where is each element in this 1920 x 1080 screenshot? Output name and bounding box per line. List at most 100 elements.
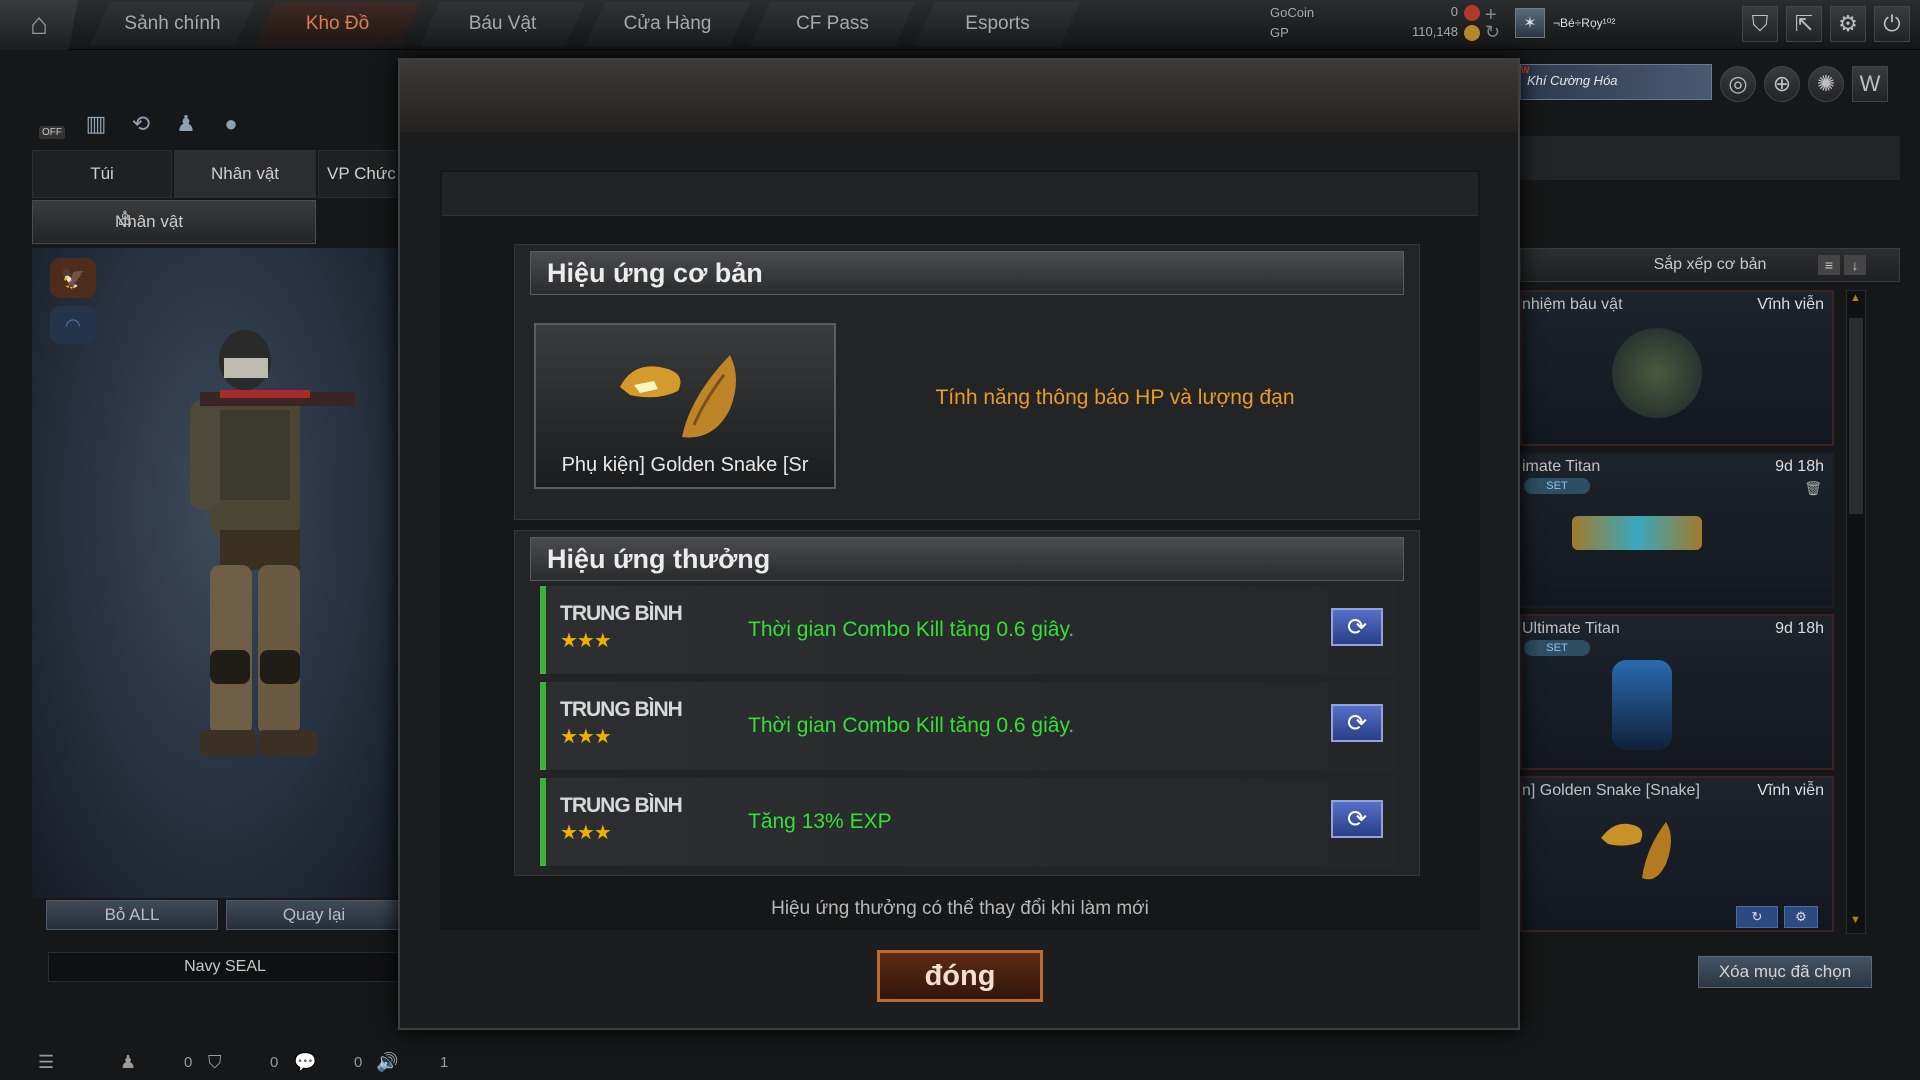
- tab-nhan-vat[interactable]: Nhân vật: [174, 150, 316, 198]
- right-tab-strip: [1520, 136, 1900, 180]
- nav-kho-do[interactable]: Kho Đồ: [255, 2, 420, 46]
- refresh-currency-icon[interactable]: ↻: [1485, 22, 1500, 43]
- bonus-row: TRUNG BÌNH ★★★ Tăng 13% EXP ⟳: [540, 778, 1395, 866]
- nav-bau-vat[interactable]: Báu Vật: [420, 2, 585, 46]
- hint-text: Hiệu ứng thưởng có thể thay đổi khi làm …: [771, 898, 1149, 919]
- armor-image: [1612, 660, 1672, 750]
- banner-label: Khí Cường Hóa: [1527, 73, 1618, 88]
- item-name: nhiệm báu vật: [1522, 296, 1623, 313]
- nav-sanh-chinh[interactable]: Sảnh chính: [90, 2, 255, 46]
- tab-tui[interactable]: Túi: [32, 150, 172, 198]
- power-icon[interactable]: ⏻: [1874, 6, 1910, 42]
- item-duration: 9d 18h: [1775, 458, 1824, 475]
- gp-icon: [1464, 24, 1480, 41]
- item-card[interactable]: nhiệm báu vật Vĩnh viễn: [1520, 290, 1834, 446]
- toggle-off-icon[interactable]: OFF: [36, 108, 68, 140]
- currency-panel: GoCoin 0 GP 110,148: [1270, 4, 1480, 44]
- golden-snake-image: [1601, 822, 1671, 880]
- profile-name: ¬Bé÷Rọy¹⁰²: [1553, 16, 1616, 30]
- item-name: Phụ kiện] Golden Snake [Sr: [561, 454, 809, 476]
- grenade-icon[interactable]: ●: [215, 108, 247, 140]
- speaker-icon[interactable]: 🔊: [376, 1052, 398, 1073]
- clan-icon: ⛉: [208, 1051, 222, 1072]
- refresh-icon[interactable]: ⟳: [1331, 608, 1383, 646]
- item-name: imate Titan: [1522, 458, 1601, 475]
- settings-icon[interactable]: ⚙: [1784, 906, 1818, 928]
- banner[interactable]: Khí Cường Hóa W: [1520, 64, 1712, 100]
- character-name: Navy SEAL: [48, 952, 402, 982]
- sort-label: Sắp xếp cơ bản: [1653, 256, 1767, 273]
- profile[interactable]: ✶ ¬Bé÷Rọy¹⁰²: [1515, 8, 1675, 38]
- refresh-gp-icon[interactable]: ↻: [1736, 906, 1778, 928]
- chat-icon: 💬: [294, 1051, 317, 1072]
- rank-icon: ✶: [1515, 8, 1545, 38]
- set-badge: SET: [1524, 640, 1590, 656]
- grade-label: TRUNG BÌNH: [560, 698, 683, 721]
- item-name: Ultimate Titan: [1522, 620, 1620, 637]
- shield-icon[interactable]: ⛉: [1742, 6, 1778, 42]
- tab-vp-chuc[interactable]: VP Chức: [318, 150, 402, 198]
- badge-icon-1[interactable]: ◎: [1720, 66, 1756, 102]
- remove-all-button[interactable]: Bỏ ALL: [46, 900, 218, 930]
- refresh-icon[interactable]: ⟳: [1331, 800, 1383, 838]
- subtab-nhan-vat[interactable]: Nhân vật: [32, 200, 316, 244]
- hawk-icon[interactable]: 🦅: [50, 258, 96, 298]
- gear-icon[interactable]: ⚙: [1830, 6, 1866, 42]
- badge-icon-3[interactable]: ✺: [1808, 66, 1844, 102]
- close-button[interactable]: đóng: [877, 950, 1043, 1002]
- item-duration: Vĩnh viễn: [1757, 782, 1824, 799]
- list-view-icon[interactable]: ≡: [1818, 255, 1840, 275]
- exit-icon[interactable]: ⇱: [1786, 6, 1822, 42]
- star-rating: ★★★: [560, 726, 612, 748]
- back-button[interactable]: Quay lại: [226, 900, 402, 930]
- stats-icon[interactable]: ▥: [80, 108, 112, 140]
- gocoin-value: 0: [1450, 4, 1458, 19]
- delete-selected-button[interactable]: Xóa mục đã chọn: [1698, 956, 1872, 988]
- bonus-effect-title: Hiệu ứng thưởng: [530, 537, 1404, 581]
- item-duration: Vĩnh viễn: [1757, 296, 1824, 313]
- bonus-desc: Thời gian Combo Kill tăng 0.6 giây.: [748, 714, 1075, 737]
- basic-effect-text: Tính năng thông báo HP và lượng đạn: [935, 386, 1295, 409]
- modal-header: [400, 60, 1518, 132]
- trash-icon[interactable]: 🗑: [1804, 480, 1822, 497]
- count-party: 0: [184, 1053, 193, 1071]
- set-badge: SET: [1524, 478, 1590, 494]
- off-label: OFF: [39, 125, 65, 139]
- gocoin-icon: [1464, 4, 1480, 21]
- item-card[interactable]: imate Titan 9d 18h SET 🗑: [1520, 452, 1834, 608]
- item-name: n] Golden Snake [Snake]: [1522, 782, 1700, 799]
- badge-icon-4[interactable]: W: [1852, 66, 1888, 102]
- sort-down-icon[interactable]: ↓: [1844, 255, 1866, 275]
- scroll-down-icon[interactable]: ▼: [1850, 914, 1861, 926]
- modal-subheader: [442, 172, 1478, 216]
- new-badge: W: [1521, 65, 1530, 75]
- soldier-model: [190, 330, 355, 756]
- grade-label: TRUNG BÌNH: [560, 602, 683, 625]
- menu-icon[interactable]: ☰: [38, 1052, 54, 1073]
- party-icon: ♟: [120, 1051, 137, 1072]
- scroll-up-icon[interactable]: ▲: [1850, 292, 1861, 304]
- add-character-icon: ♙: [116, 208, 134, 230]
- item-card[interactable]: n] Golden Snake [Snake] Vĩnh viễn ↻ ⚙: [1520, 776, 1834, 932]
- scrollbar-thumb[interactable]: [1849, 318, 1863, 514]
- bonus-row: TRUNG BÌNH ★★★ Thời gian Combo Kill tăng…: [540, 682, 1395, 770]
- mask-icon[interactable]: ◠: [50, 306, 96, 344]
- nav-cua-hang[interactable]: Cửa Hàng: [585, 2, 750, 46]
- character-icon[interactable]: ♟: [170, 108, 202, 140]
- item-box: Phụ kiện] Golden Snake [Sr: [534, 323, 836, 489]
- gp-value: 110,148: [1411, 24, 1458, 39]
- bonus-desc: Thời gian Combo Kill tăng 0.6 giây.: [748, 618, 1075, 641]
- home-icon[interactable]: ⌂: [0, 0, 78, 50]
- count-speaker: 1: [440, 1053, 449, 1071]
- bonus-desc: Tăng 13% EXP: [748, 810, 892, 833]
- sort-header[interactable]: Sắp xếp cơ bản: [1520, 248, 1900, 282]
- gp-label: GP: [1270, 24, 1289, 40]
- count-chat: 0: [354, 1053, 363, 1071]
- nav-esports[interactable]: Esports: [915, 2, 1080, 46]
- history-icon[interactable]: ⟲: [125, 108, 157, 140]
- badge-icon-2[interactable]: ⊕: [1764, 66, 1800, 102]
- refresh-icon[interactable]: ⟳: [1331, 704, 1383, 742]
- item-card[interactable]: Ultimate Titan 9d 18h SET: [1520, 614, 1834, 770]
- weapon-image: [1572, 516, 1702, 550]
- nav-cf-pass[interactable]: CF Pass: [750, 2, 915, 46]
